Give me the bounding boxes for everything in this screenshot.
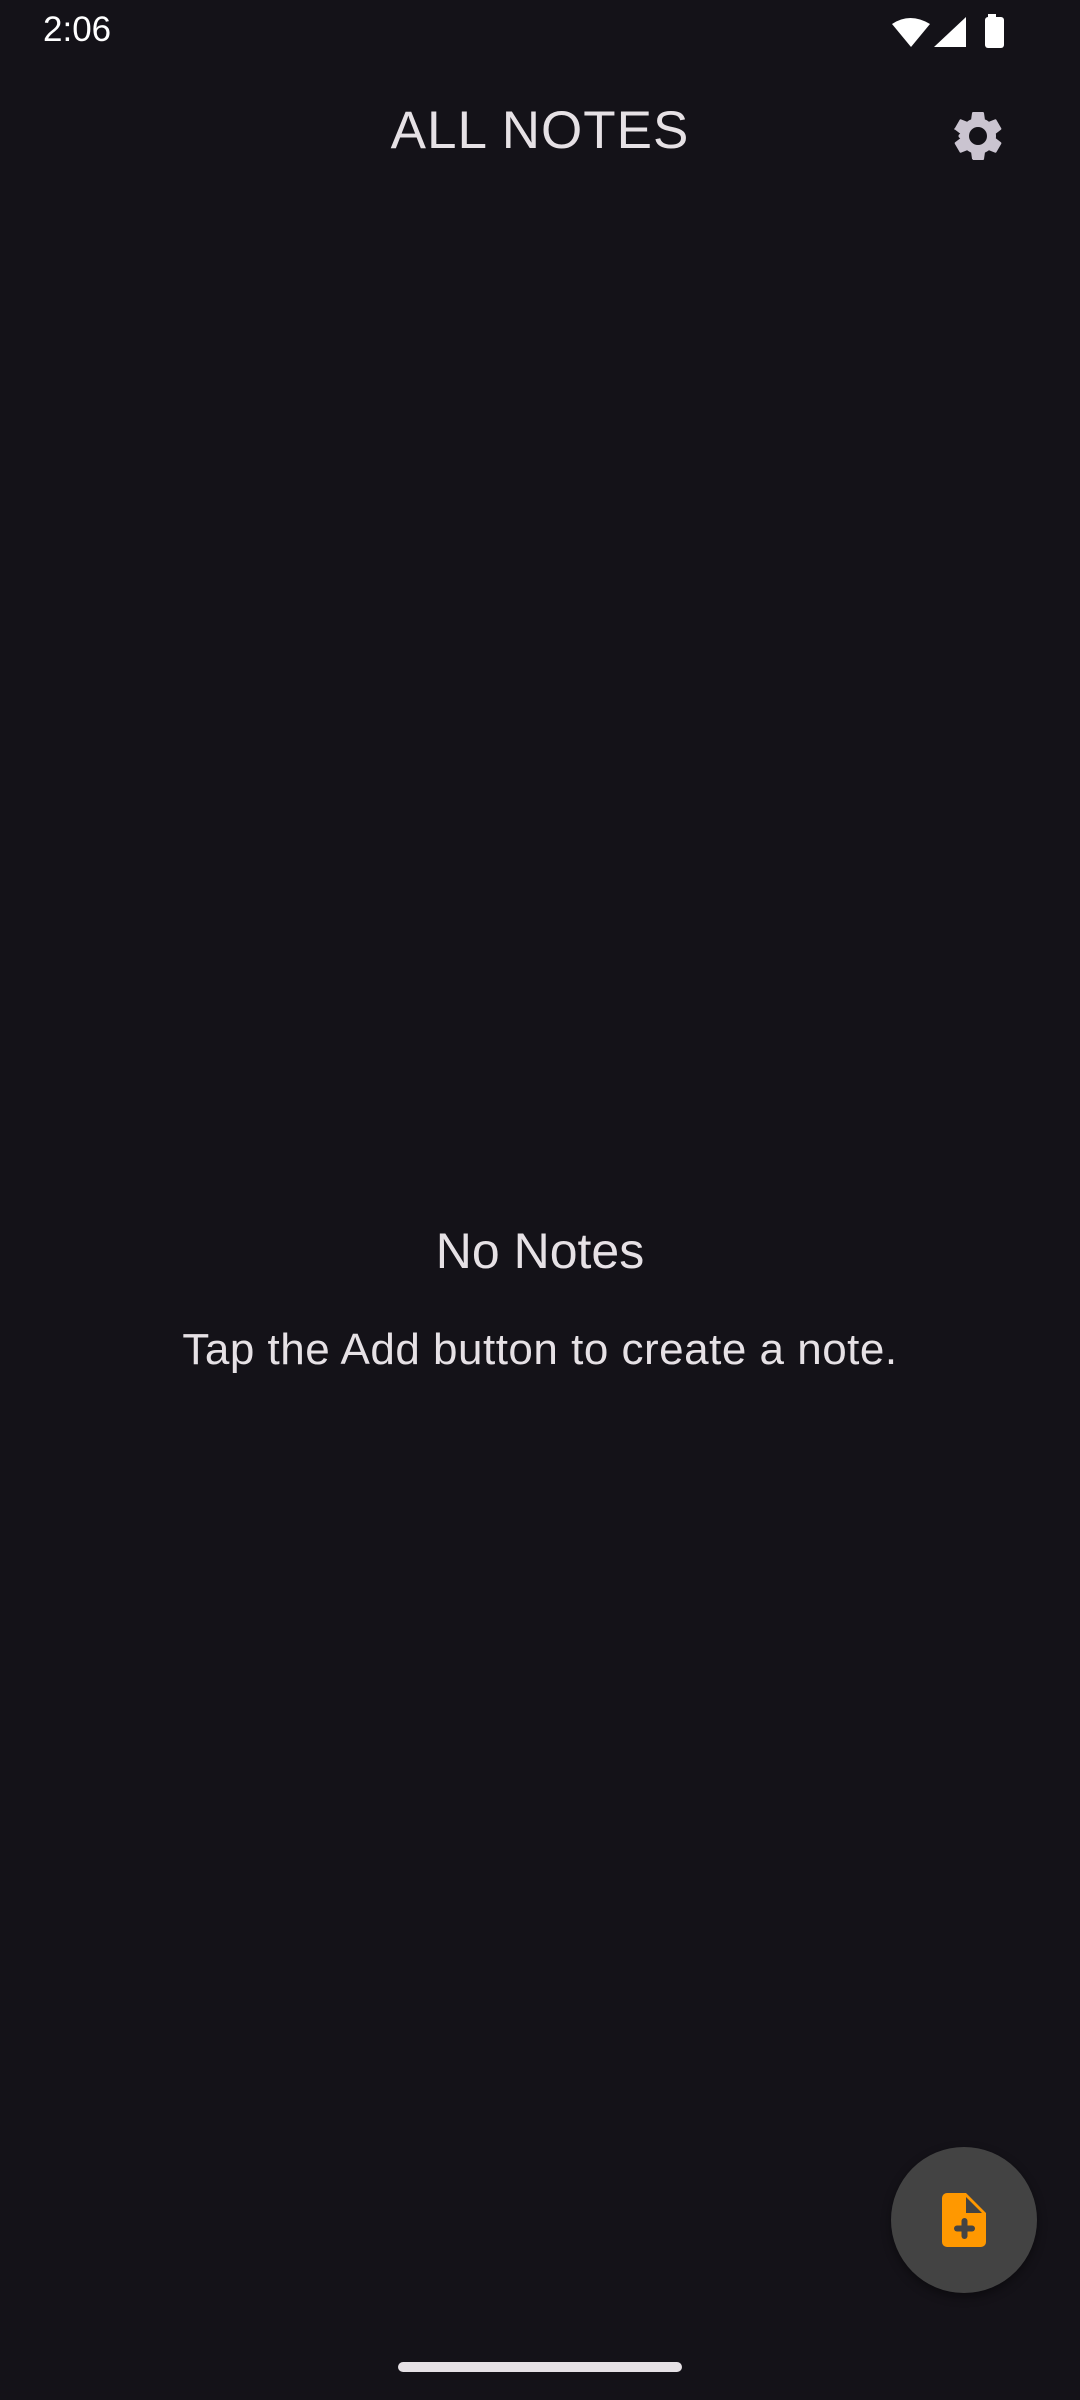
home-indicator[interactable] xyxy=(398,2362,682,2372)
wifi-icon xyxy=(892,18,930,47)
empty-state-subtitle: Tap the Add button to create a note. xyxy=(182,1325,898,1374)
note-add-icon xyxy=(942,2193,986,2247)
add-note-button[interactable] xyxy=(891,2147,1037,2293)
status-icons xyxy=(892,14,1004,48)
signal-icon xyxy=(934,17,966,47)
settings-button[interactable] xyxy=(942,100,1014,172)
gear-icon xyxy=(953,111,1002,160)
empty-state-title: No Notes xyxy=(435,1223,645,1279)
status-time: 2:06 xyxy=(43,10,112,49)
battery-icon xyxy=(985,14,1004,48)
page-title: ALL NOTES xyxy=(390,101,690,160)
